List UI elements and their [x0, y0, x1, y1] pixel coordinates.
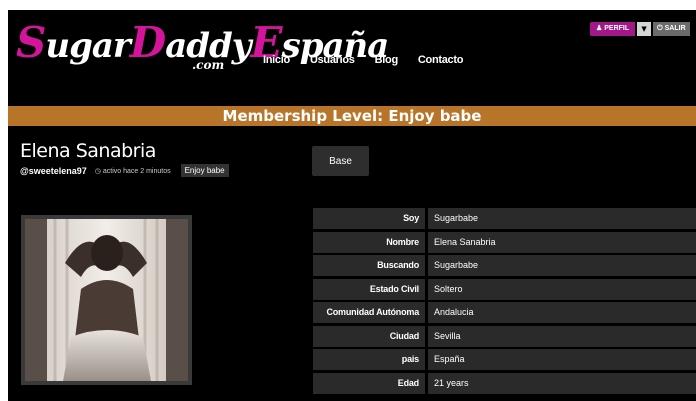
detail-value: Soltero [428, 278, 696, 300]
detail-label: Comunidad Autónoma [313, 302, 425, 323]
detail-value: Elena Sanabria [428, 231, 696, 253]
perfil-label: PERFIL [604, 25, 630, 32]
profile-photo-frame [21, 215, 192, 385]
profile-name: Elena Sanabria [20, 140, 156, 162]
activity-text: activo hace 2 minutos [102, 167, 171, 175]
nav-inicio[interactable]: Inicio [263, 54, 290, 66]
detail-row-comunidad: Comunidad Autónoma Andalucia [313, 302, 696, 323]
user-icon: ♟ [596, 25, 603, 32]
nav-blog[interactable]: Blog [375, 54, 399, 66]
detail-label: Buscando [313, 255, 425, 276]
salir-button[interactable]: ⏻ SALIR [653, 22, 690, 36]
page: SugarDaddyEspaña .com Inicio Usuarios Bl… [8, 10, 696, 401]
detail-label: Soy [313, 208, 425, 229]
main-nav: Inicio Usuarios Blog Contacto [263, 54, 463, 66]
perfil-button[interactable]: ♟ PERFIL [590, 22, 636, 36]
detail-label: Ciudad [313, 325, 425, 347]
level-badge: Enjoy babe [180, 164, 229, 177]
detail-value: Sugarbabe [428, 255, 696, 276]
detail-value: España [428, 349, 696, 370]
clock-icon: ◷ [94, 167, 101, 175]
detail-row-edad: Edad 21 years [313, 372, 696, 394]
detail-row-estado-civil: Estado Civil Soltero [313, 278, 696, 300]
detail-value: Sevilla [428, 325, 696, 347]
detail-label: Edad [313, 372, 425, 394]
nav-usuarios[interactable]: Usuarios [310, 54, 355, 66]
detail-value: Andalucia [428, 302, 696, 323]
detail-row-buscando: Buscando Sugarbabe [313, 255, 696, 276]
profile-username: @sweetelena97 [20, 165, 87, 176]
caret-down-icon: ▼ [641, 25, 647, 33]
profile-photo[interactable] [25, 219, 188, 381]
perfil-dropdown-toggle[interactable]: ▼ [637, 22, 652, 36]
detail-row-pais: pais España [313, 349, 696, 370]
tab-base[interactable]: Base [312, 146, 369, 176]
site-logo[interactable]: SugarDaddyEspaña .com [16, 16, 389, 78]
detail-label: Estado Civil [313, 278, 425, 300]
logo-domain: .com [192, 58, 225, 72]
detail-row-nombre: Nombre Elena Sanabria [313, 231, 696, 253]
detail-label: pais [313, 349, 425, 370]
nav-contacto[interactable]: Contacto [418, 54, 464, 66]
detail-label: Nombre [313, 231, 425, 253]
profile-photo-image [25, 219, 188, 381]
user-controls: ♟ PERFIL ▼ ⏻ SALIR [590, 22, 690, 36]
profile-details-table: Soy Sugarbabe Nombre Elena Sanabria Busc… [313, 208, 696, 396]
membership-banner: Membership Level: Enjoy babe [8, 106, 696, 126]
detail-row-ciudad: Ciudad Sevilla [313, 325, 696, 347]
detail-row-soy: Soy Sugarbabe [313, 208, 696, 229]
power-icon: ⏻ [657, 25, 663, 32]
detail-value: 21 years [428, 372, 696, 394]
detail-value: Sugarbabe [428, 208, 696, 229]
activity-status: ◷ activo hace 2 minutos [95, 167, 171, 175]
profile-meta: @sweetelena97 ◷ activo hace 2 minutos En… [20, 164, 229, 177]
salir-label: SALIR [664, 25, 686, 32]
membership-banner-text: Membership Level: Enjoy babe [222, 107, 482, 125]
